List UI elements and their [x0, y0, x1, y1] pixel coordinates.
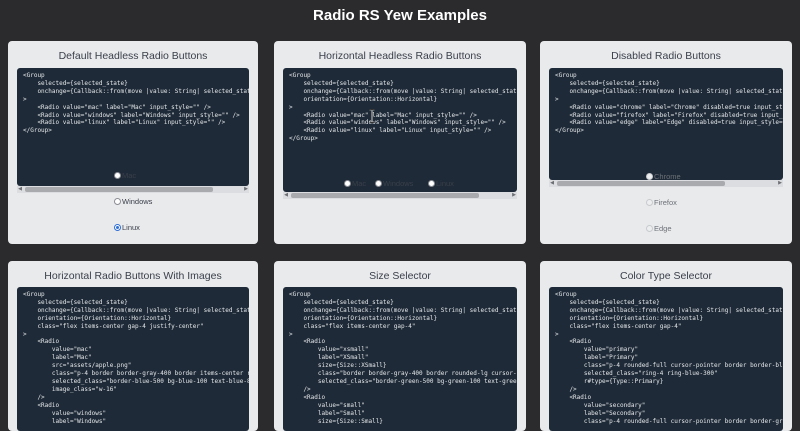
radio-circle-checked[interactable]	[114, 224, 121, 231]
radio-circle-disabled	[646, 225, 653, 232]
horizontal-scrollbar[interactable]: ◀ ▶	[17, 186, 249, 193]
radio-label: Edge	[654, 224, 672, 233]
scroll-right-icon[interactable]: ▶	[777, 180, 783, 187]
card-horizontal-radio: Horizontal Headless Radio Buttons <Group…	[274, 41, 526, 244]
scroll-left-icon[interactable]: ◀	[549, 180, 555, 187]
card-radio-with-images: Horizontal Radio Buttons With Images <Gr…	[8, 261, 258, 431]
card-size-selector: Size Selector <Group selected={selected_…	[274, 261, 526, 431]
scroll-left-icon[interactable]: ◀	[283, 192, 289, 199]
radio-circle[interactable]	[344, 180, 351, 187]
radio-circle[interactable]	[428, 180, 435, 187]
card-title: Disabled Radio Buttons	[611, 50, 721, 62]
radio-label: Mac	[352, 179, 367, 188]
horizontal-scrollbar[interactable]: ◀ ▶	[283, 192, 517, 199]
scroll-left-icon[interactable]: ◀	[17, 186, 23, 193]
card-title: Horizontal Headless Radio Buttons	[318, 50, 482, 62]
card-title: Horizontal Radio Buttons With Images	[44, 270, 222, 282]
card-title: Default Headless Radio Buttons	[58, 50, 208, 62]
card-title: Size Selector	[369, 270, 431, 282]
scroll-thumb[interactable]	[25, 187, 213, 192]
radio-option-linux[interactable]: Linux	[114, 223, 140, 232]
code-block: <Group selected={selected_state} onchang…	[17, 287, 249, 431]
card-title: Color Type Selector	[619, 270, 713, 282]
radio-circle[interactable]	[375, 180, 382, 187]
code-block: <Group selected={selected_state} onchang…	[549, 68, 783, 180]
radio-option-mac[interactable]: Mac	[344, 179, 366, 188]
radio-option-mac[interactable]: Mac	[114, 171, 136, 180]
code-block: <Group selected={selected_state} onchang…	[283, 68, 517, 192]
radio-label: Firefox	[654, 198, 677, 207]
radio-circle[interactable]	[114, 172, 121, 179]
radio-label: Mac	[122, 171, 137, 180]
radio-circle-disabled	[646, 173, 653, 180]
card-color-type-selector: Color Type Selector <Group selected={sel…	[540, 261, 792, 431]
radio-circle[interactable]	[114, 198, 121, 205]
card-default-radio: Default Headless Radio Buttons <Group se…	[8, 41, 258, 244]
radio-label: Windows	[383, 179, 414, 188]
horizontal-scrollbar[interactable]: ◀ ▶	[549, 180, 783, 187]
scroll-thumb[interactable]	[557, 181, 725, 186]
radio-label: Linux	[122, 223, 140, 232]
radio-option-linux[interactable]: Linux	[428, 179, 454, 188]
scroll-right-icon[interactable]: ▶	[511, 192, 517, 199]
radio-option-windows[interactable]: Windows	[375, 179, 413, 188]
page-title: Radio RS Yew Examples	[313, 7, 487, 24]
radio-option-firefox: Firefox	[646, 198, 677, 207]
scroll-thumb[interactable]	[291, 193, 479, 198]
scroll-right-icon[interactable]: ▶	[243, 186, 249, 193]
code-block: <Group selected={selected_state} onchang…	[549, 287, 783, 431]
radio-circle-disabled	[646, 199, 653, 206]
radio-label: Linux	[436, 179, 454, 188]
radio-label: Chrome	[654, 172, 681, 181]
radio-option-windows[interactable]: Windows	[114, 197, 152, 206]
code-block: <Group selected={selected_state} onchang…	[283, 287, 517, 431]
radio-option-chrome: Chrome	[646, 172, 681, 181]
radio-option-edge: Edge	[646, 224, 672, 233]
code-block: <Group selected={selected_state} onchang…	[17, 68, 249, 186]
radio-label: Windows	[122, 197, 153, 206]
card-disabled-radio: Disabled Radio Buttons <Group selected={…	[540, 41, 792, 244]
text-cursor-icon	[369, 109, 375, 123]
